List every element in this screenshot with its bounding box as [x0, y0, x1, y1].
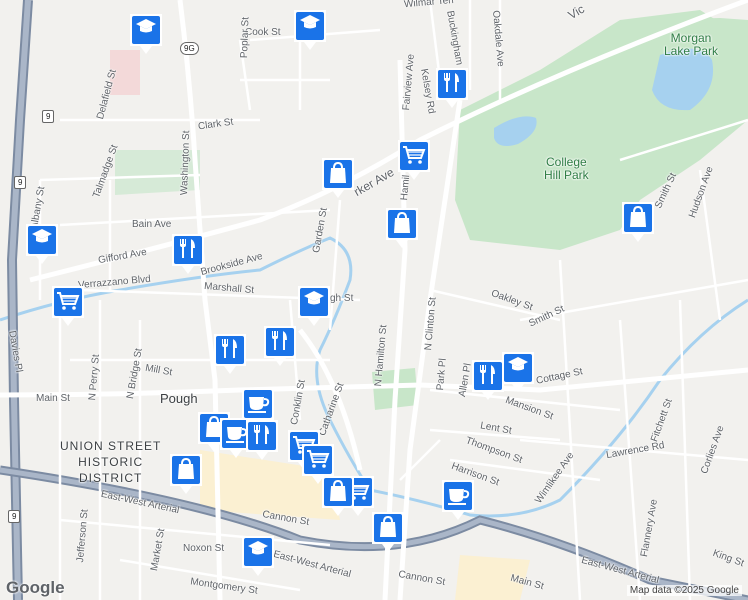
- map-attribution[interactable]: Map data ©2025 Google: [626, 585, 742, 596]
- route-9-shield: 9: [8, 510, 21, 523]
- route-9g-shield: 9G: [180, 42, 199, 55]
- college-hill-park-label: College Hill Park: [544, 155, 589, 182]
- union-street-district-label: UNION STREET HISTORIC DISTRICT: [60, 439, 162, 485]
- restaurant-marker[interactable]: [262, 324, 298, 368]
- school-marker[interactable]: [500, 350, 536, 394]
- shopping-marker[interactable]: [320, 156, 356, 200]
- shopping-marker[interactable]: [620, 200, 656, 244]
- grocery-marker[interactable]: [396, 138, 432, 182]
- school-marker[interactable]: [296, 284, 332, 328]
- shopping-marker[interactable]: [384, 206, 420, 250]
- morgan-lake-park-label: Morgan Lake Park: [664, 31, 719, 58]
- grocery-marker[interactable]: [50, 284, 86, 328]
- cafe-marker[interactable]: [440, 478, 476, 522]
- school-marker[interactable]: [292, 8, 328, 52]
- google-logo: Google: [6, 578, 65, 597]
- route-9-shield: 9: [42, 110, 55, 123]
- shopping-marker[interactable]: [370, 510, 406, 554]
- restaurant-marker[interactable]: [434, 66, 470, 110]
- street-label: Noxon St: [183, 543, 225, 554]
- route-9-shield: 9: [14, 176, 27, 189]
- shopping-marker[interactable]: [168, 452, 204, 496]
- street-label: Bain Ave: [132, 219, 172, 230]
- restaurant-marker[interactable]: [212, 332, 248, 376]
- map-canvas[interactable]: Morgan Lake Park College Hill Park UNION…: [0, 0, 748, 600]
- street-label: gh St: [330, 293, 354, 304]
- street-label: Main St: [36, 393, 70, 404]
- poughkeepsie-label: Pough: [160, 391, 198, 406]
- school-marker[interactable]: [24, 222, 60, 266]
- shopping-marker[interactable]: [320, 474, 356, 518]
- restaurant-marker[interactable]: [244, 418, 280, 462]
- restaurant-marker[interactable]: [170, 232, 206, 276]
- street-label: Poplar St: [239, 16, 252, 59]
- school-marker[interactable]: [128, 12, 164, 56]
- school-marker[interactable]: [240, 534, 276, 578]
